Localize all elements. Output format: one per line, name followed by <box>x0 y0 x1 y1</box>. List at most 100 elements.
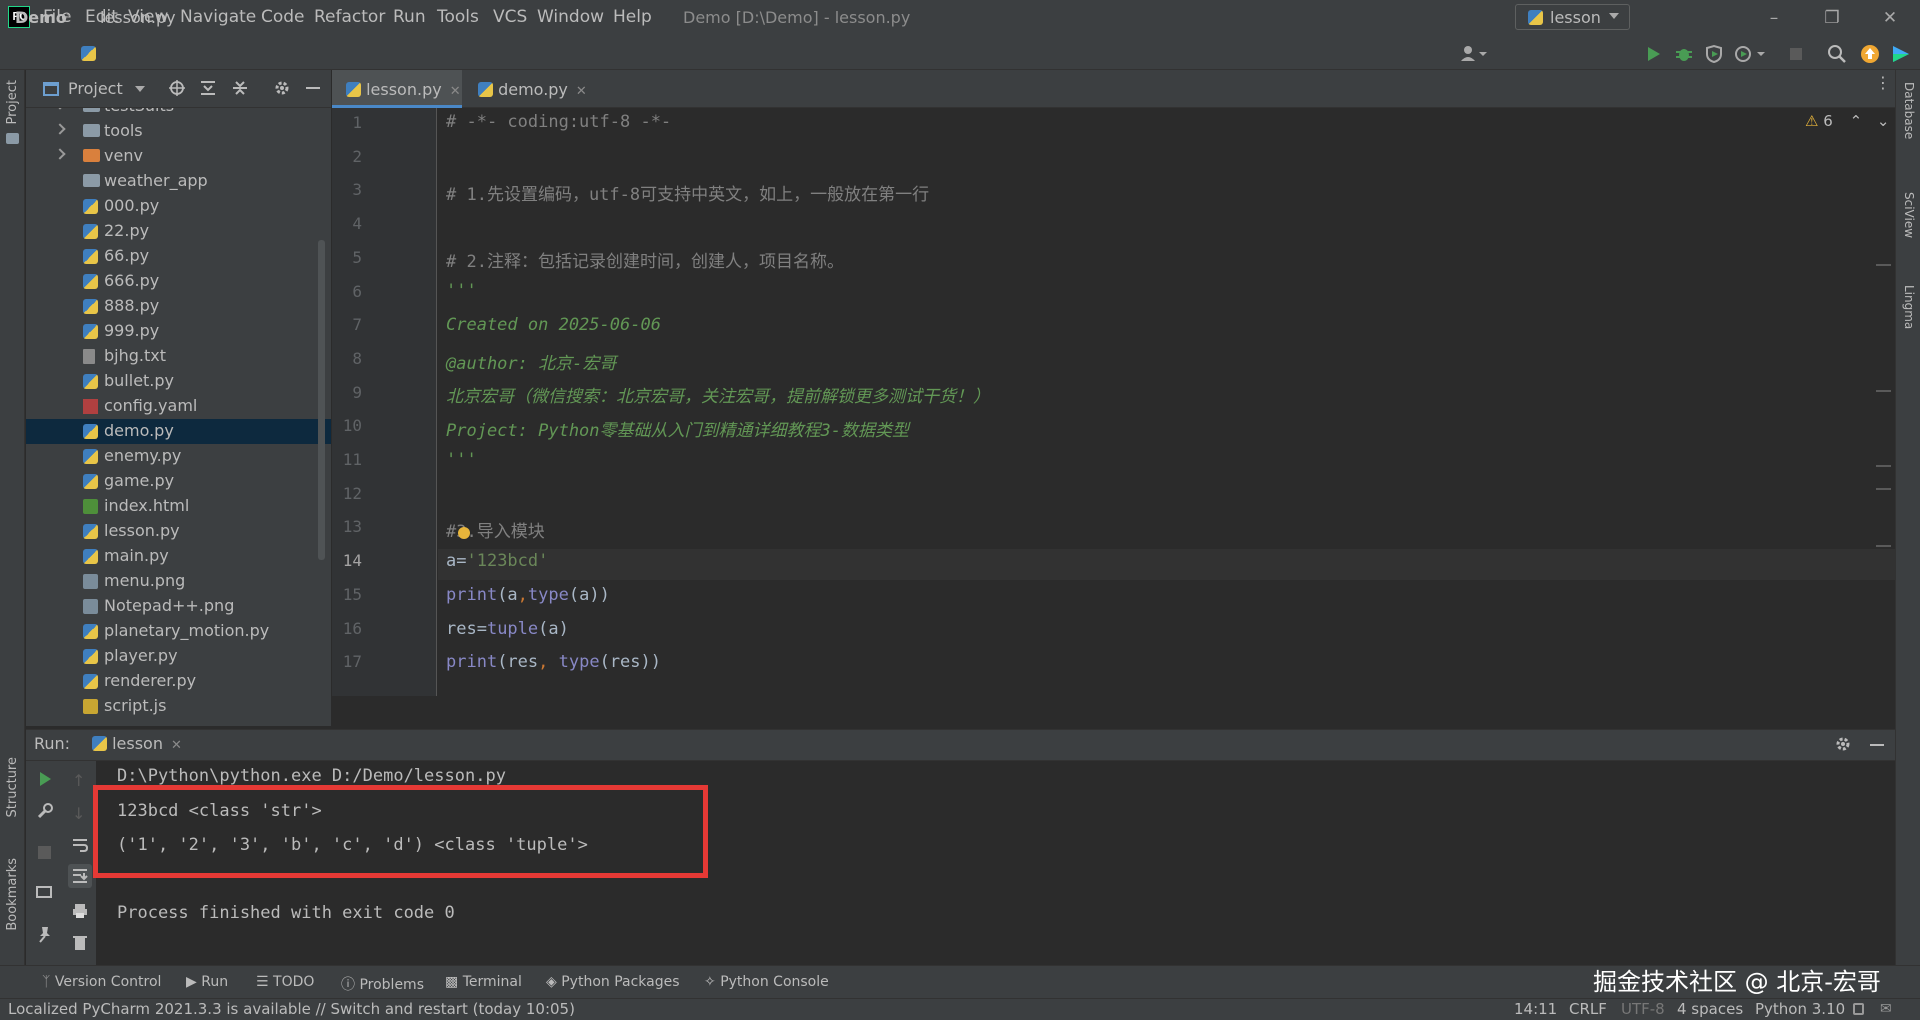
layout-icon[interactable] <box>36 886 52 898</box>
hide-panel-icon[interactable] <box>1870 744 1884 746</box>
chevron-right-icon[interactable] <box>54 108 66 110</box>
chevron-right-icon[interactable] <box>54 123 66 135</box>
tree-item[interactable]: venv <box>26 144 331 169</box>
tree-item[interactable]: lesson.py <box>26 519 331 544</box>
python-packages-tool-button[interactable]: ◈ Python Packages <box>546 974 680 990</box>
project-tool-button[interactable]: Project <box>5 80 20 124</box>
run-configuration-dropdown[interactable]: lesson <box>1515 4 1630 30</box>
python-console-tool-button[interactable]: ✧ Python Console <box>704 974 829 990</box>
user-icon[interactable] <box>1459 43 1487 65</box>
tree-item[interactable]: testSuits <box>26 108 331 119</box>
breadcrumb-project[interactable]: Demo <box>15 8 67 27</box>
sciview-tool-button[interactable]: SciView <box>1902 192 1916 238</box>
indent-setting[interactable]: 4 spaces <box>1677 1000 1743 1018</box>
stop-icon[interactable] <box>1785 43 1807 65</box>
run-icon[interactable] <box>1642 43 1664 65</box>
hide-panel-icon[interactable] <box>306 87 320 89</box>
menu-refactor[interactable]: Refactor <box>314 7 385 27</box>
gear-icon[interactable] <box>273 79 291 97</box>
gear-icon[interactable] <box>1834 735 1852 753</box>
tree-item[interactable]: bullet.py <box>26 369 331 394</box>
run-tab-lesson[interactable]: lesson ✕ <box>92 734 182 753</box>
chevron-right-icon[interactable] <box>54 148 66 160</box>
menu-tools[interactable]: Tools <box>437 7 479 27</box>
rerun-icon[interactable] <box>36 770 54 788</box>
chevron-up-icon[interactable]: ⌃ <box>1850 112 1863 130</box>
chevron-down-icon[interactable]: ⌄ <box>1877 112 1890 130</box>
tab-lesson-py[interactable]: lesson.py ✕ <box>332 70 462 108</box>
code-with-me-icon[interactable] <box>1890 43 1914 65</box>
version-control-tool-button[interactable]: ᛉ Version Control <box>42 974 161 990</box>
problems-tool-button[interactable]: ⓘ Problems <box>341 974 424 994</box>
lightbulb-icon[interactable] <box>458 527 470 539</box>
tree-item[interactable]: config.yaml <box>26 394 331 419</box>
todo-tool-button[interactable]: ☰ TODO <box>256 974 314 990</box>
close-tab-icon[interactable]: ✕ <box>450 84 461 99</box>
close-tab-icon[interactable]: ✕ <box>171 738 182 753</box>
trash-icon[interactable] <box>71 933 89 951</box>
tree-item[interactable]: demo.py <box>26 419 331 444</box>
tree-item[interactable]: 22.py <box>26 219 331 244</box>
tree-item[interactable]: 000.py <box>26 194 331 219</box>
tree-item[interactable]: 888.py <box>26 294 331 319</box>
tree-item[interactable]: Notepad++.png <box>26 594 331 619</box>
tree-item[interactable]: renderer.py <box>26 669 331 694</box>
tree-item[interactable]: planetary_motion.py <box>26 619 331 644</box>
file-encoding[interactable]: UTF-8 <box>1621 1000 1665 1018</box>
scroll-to-end-icon[interactable] <box>68 864 92 888</box>
tree-item[interactable]: 999.py <box>26 319 331 344</box>
expand-all-icon[interactable] <box>199 79 217 97</box>
bookmarks-tool-button[interactable]: Bookmarks <box>5 858 20 931</box>
inspection-widget[interactable]: ⚠ 6 ⌃ ⌄ <box>1805 112 1890 130</box>
tree-item[interactable]: game.py <box>26 469 331 494</box>
profile-icon[interactable] <box>1733 43 1765 65</box>
tree-item[interactable]: 666.py <box>26 269 331 294</box>
project-panel-title[interactable]: Project <box>68 79 123 98</box>
tree-item[interactable]: main.py <box>26 544 331 569</box>
run-with-coverage-icon[interactable] <box>1703 43 1725 65</box>
menu-run[interactable]: Run <box>393 7 426 27</box>
breadcrumb-file[interactable]: lesson.py <box>100 8 176 27</box>
line-separator[interactable]: CRLF <box>1569 1000 1607 1018</box>
tab-demo-py[interactable]: demo.py ✕ <box>464 70 594 108</box>
tree-item[interactable]: script.js <box>26 694 331 719</box>
chevron-down-icon[interactable] <box>135 86 145 92</box>
status-message[interactable]: Localized PyCharm 2021.3.3 is available … <box>8 1000 575 1018</box>
lingma-tool-button[interactable]: Lingma <box>1902 285 1916 329</box>
tree-item[interactable]: tools <box>26 119 331 144</box>
stop-icon[interactable] <box>38 846 51 859</box>
tree-item[interactable]: weather_app <box>26 169 331 194</box>
arrow-up-icon[interactable]: ↑ <box>72 771 85 790</box>
print-icon[interactable] <box>71 902 89 920</box>
close-icon[interactable]: ✕ <box>1878 6 1902 30</box>
tree-item[interactable]: 66.py <box>26 244 331 269</box>
tree-item[interactable]: enemy.py <box>26 444 331 469</box>
database-tool-button[interactable]: Database <box>1902 82 1916 139</box>
collapse-all-icon[interactable] <box>231 79 249 97</box>
menu-vcs[interactable]: VCS <box>493 7 527 27</box>
notifications-icon[interactable]: ✉ <box>1880 1001 1892 1017</box>
close-tab-icon[interactable]: ✕ <box>576 84 587 99</box>
tree-scrollbar[interactable] <box>318 240 325 560</box>
menu-window[interactable]: Window <box>537 7 604 27</box>
pin-icon[interactable] <box>36 925 54 943</box>
wrench-icon[interactable] <box>36 802 54 820</box>
tree-item[interactable]: player.py <box>26 644 331 669</box>
python-interpreter[interactable]: Python 3.10 <box>1755 1000 1845 1018</box>
terminal-tool-button[interactable]: ▩ Terminal <box>445 974 522 990</box>
structure-tool-button[interactable]: Structure <box>5 757 20 817</box>
tree-item[interactable]: bjhg.txt <box>26 344 331 369</box>
caret-position[interactable]: 14:11 <box>1514 1000 1557 1018</box>
tree-item[interactable]: menu.png <box>26 569 331 594</box>
minimize-icon[interactable]: – <box>1762 6 1786 30</box>
arrow-down-icon[interactable]: ↓ <box>72 804 85 823</box>
more-options-icon[interactable]: ⋮ <box>1875 75 1891 91</box>
menu-help[interactable]: Help <box>613 7 652 27</box>
tree-item[interactable]: index.html <box>26 494 331 519</box>
soft-wrap-icon[interactable] <box>71 836 89 854</box>
locate-file-icon[interactable] <box>168 79 186 97</box>
lock-icon[interactable] <box>1853 1003 1864 1015</box>
debug-icon[interactable] <box>1673 43 1695 65</box>
menu-navigate[interactable]: Navigate <box>180 7 256 27</box>
search-icon[interactable] <box>1826 43 1848 65</box>
